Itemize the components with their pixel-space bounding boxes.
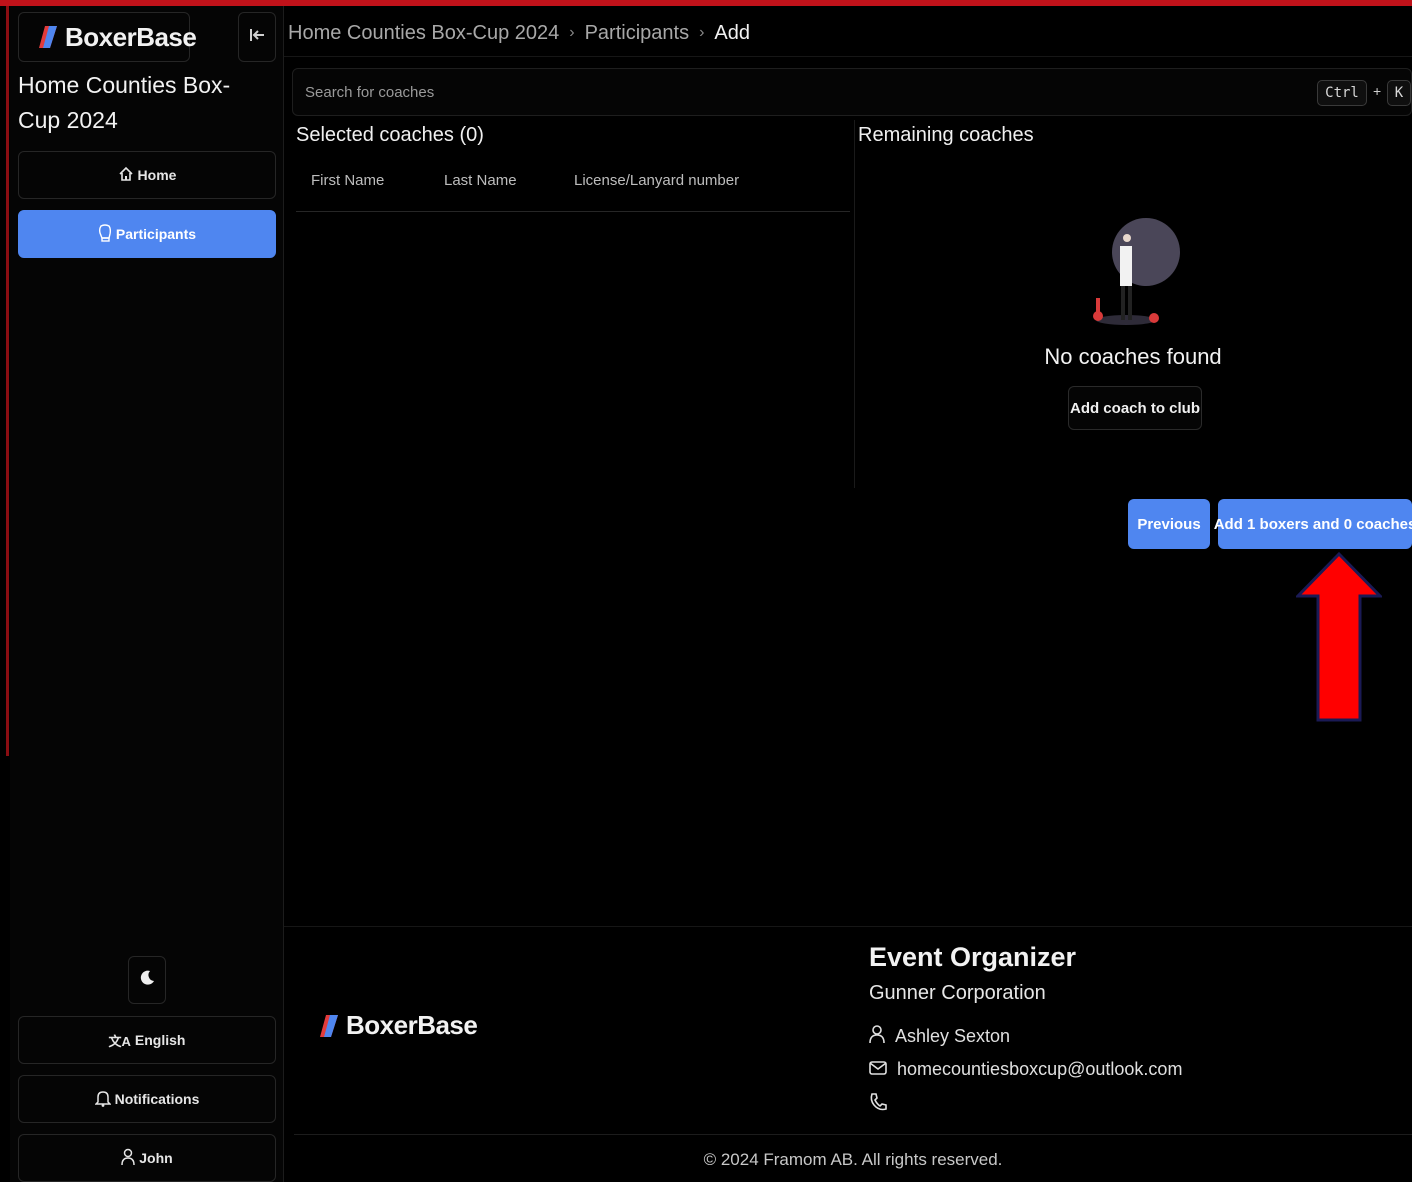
organizer-contact-person: Ashley Sexton — [869, 1024, 1010, 1049]
notifications-label: Notifications — [114, 1091, 200, 1107]
previous-button[interactable]: Previous — [1128, 499, 1210, 549]
organizer-phone — [869, 1092, 887, 1117]
user-menu-button[interactable]: John — [18, 1134, 276, 1182]
boxerbase-logo-icon — [320, 1014, 338, 1037]
home-icon — [118, 166, 134, 185]
empty-state-illustration — [1088, 206, 1184, 332]
chevron-right-icon: › — [569, 24, 575, 41]
footer-app-name: BoxerBase — [346, 1010, 478, 1040]
chevron-right-icon: › — [699, 24, 705, 41]
window-left-border — [0, 6, 10, 1182]
column-last-name[interactable]: Last Name — [444, 172, 517, 189]
event-title: Home Counties Box-Cup 2024 — [18, 72, 231, 133]
selected-coaches-title: Selected coaches (0) — [296, 124, 484, 146]
organizer-heading: Event Organizer — [869, 942, 1077, 972]
copyright-text: © 2024 Framom AB. All rights reserved. — [703, 1150, 1003, 1169]
collapse-left-icon — [248, 26, 266, 49]
panel-divider — [854, 120, 855, 488]
collapse-sidebar-button[interactable] — [238, 12, 276, 62]
shortcut-plus: + — [1373, 83, 1382, 99]
sidebar-item-label: Home — [137, 167, 177, 183]
shortcut-key-k: K — [1387, 80, 1411, 106]
breadcrumb-participants-link[interactable]: Participants — [585, 22, 690, 45]
header-divider — [284, 56, 1412, 57]
language-label: English — [134, 1032, 186, 1048]
mail-icon — [869, 1059, 887, 1080]
glove-icon — [98, 223, 112, 245]
user-name: John — [139, 1150, 173, 1166]
add-coach-to-club-button[interactable]: Add coach to club — [1068, 386, 1202, 430]
organizer-email-link[interactable]: homecountiesboxcup@outlook.com — [897, 1059, 1182, 1080]
notifications-button[interactable]: Notifications — [18, 1075, 276, 1123]
contact-person-name: Ashley Sexton — [895, 1026, 1011, 1046]
column-license-number[interactable]: License/Lanyard number — [574, 172, 739, 189]
breadcrumb-current: Add — [714, 21, 751, 44]
language-button[interactable]: 文A English — [18, 1016, 276, 1064]
phone-icon — [869, 1092, 887, 1117]
search-input[interactable] — [293, 69, 1293, 115]
app-logo[interactable]: BoxerBase — [18, 12, 197, 62]
add-participants-button[interactable]: Add 1 boxers and 0 coaches — [1214, 499, 1412, 549]
user-icon — [869, 1024, 885, 1049]
sidebar: BoxerBase Home Counties Box-Cup 2024 Hom… — [10, 6, 284, 1182]
search-bar: Ctrl + K — [292, 68, 1412, 116]
translate-icon: 文A — [108, 1033, 131, 1049]
user-icon — [121, 1148, 136, 1169]
selected-coaches-table-header: First Name Last Name License/Lanyard num… — [296, 156, 850, 212]
organizer-name: Gunner Corporation — [869, 982, 1046, 1004]
sidebar-item-home[interactable]: Home — [18, 151, 276, 199]
breadcrumb: Home Counties Box-Cup 2024 › Participant… — [288, 18, 750, 48]
remaining-coaches-title: Remaining coaches — [858, 124, 1034, 146]
bell-icon — [93, 1089, 112, 1110]
footer-logo: BoxerBase — [320, 1010, 478, 1041]
annotation-arrow-up-icon — [1294, 551, 1384, 722]
footer-divider — [284, 926, 1412, 927]
sidebar-item-label: Participants — [115, 226, 197, 242]
moon-icon — [138, 969, 156, 992]
empty-state-message: No coaches found — [1044, 344, 1222, 369]
column-first-name[interactable]: First Name — [311, 172, 384, 189]
app-name: BoxerBase — [65, 21, 197, 52]
organizer-email: homecountiesboxcup@outlook.com — [869, 1059, 1182, 1080]
boxerbase-logo-icon — [39, 26, 57, 48]
copyright-divider — [294, 1134, 1412, 1135]
breadcrumb-event-link[interactable]: Home Counties Box-Cup 2024 — [288, 22, 559, 45]
shortcut-key-ctrl: Ctrl — [1317, 80, 1367, 106]
sidebar-item-participants[interactable]: Participants — [18, 210, 276, 258]
theme-toggle-button[interactable] — [128, 956, 166, 1004]
